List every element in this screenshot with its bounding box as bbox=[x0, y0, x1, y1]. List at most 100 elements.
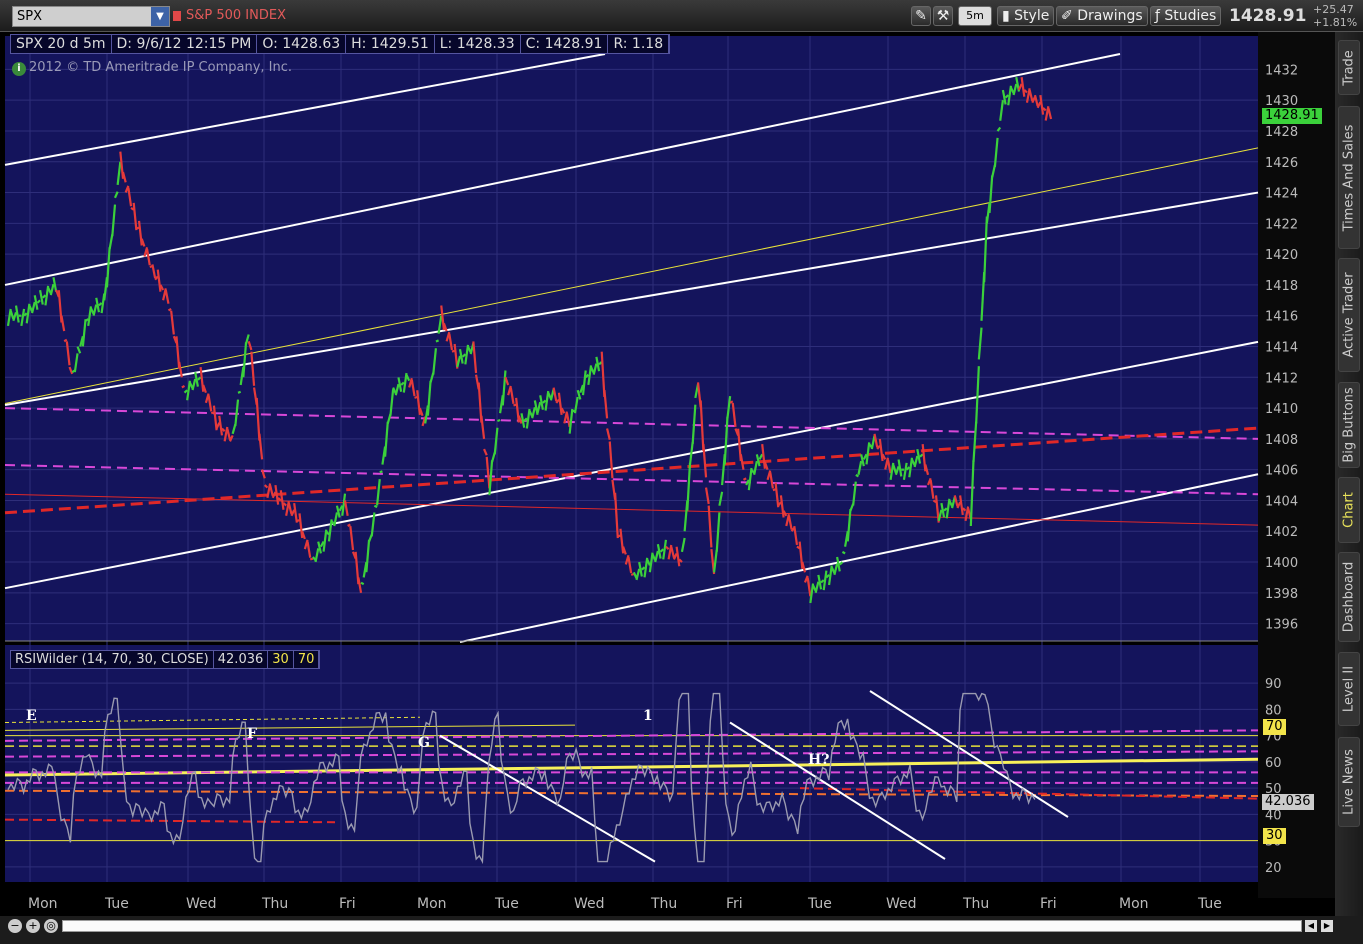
candle bbox=[167, 307, 172, 312]
time-tick-label: Tue bbox=[104, 896, 129, 912]
side-tab-active-trader[interactable]: Active Trader bbox=[1338, 258, 1360, 372]
symbol-description: S&P 500 INDEX bbox=[186, 8, 286, 23]
rsi-annotation: H? bbox=[808, 752, 829, 768]
time-tick-label: Tue bbox=[1197, 896, 1222, 912]
candle bbox=[360, 581, 365, 586]
time-tick-label: Mon bbox=[417, 896, 447, 912]
price-badge: 1428.91 bbox=[1262, 108, 1322, 124]
price-tick-label: 1430 bbox=[1265, 94, 1298, 109]
zoom-in-icon[interactable]: + bbox=[26, 919, 40, 933]
scroll-right-icon[interactable]: ▶ bbox=[1321, 920, 1333, 932]
zoom-out-icon[interactable]: − bbox=[8, 919, 22, 933]
rsi-annotation: F bbox=[247, 726, 257, 742]
symbol-selector[interactable]: ▼ bbox=[12, 6, 170, 27]
style-icon: ▮ bbox=[1002, 8, 1010, 24]
scroll-left-icon[interactable]: ◀ bbox=[1305, 920, 1317, 932]
candle bbox=[296, 519, 300, 522]
candle bbox=[630, 572, 635, 576]
price-tick-label: 1418 bbox=[1265, 279, 1298, 294]
rsi-tick-label: 60 bbox=[1265, 756, 1282, 771]
chart-info-bar: SPX 20 d 5m D: 9/6/12 12:15 PM O: 1428.6… bbox=[10, 34, 671, 54]
price-tick-label: 1412 bbox=[1265, 371, 1298, 386]
drawings-label: Drawings bbox=[1077, 8, 1143, 24]
candle bbox=[451, 349, 455, 353]
time-tick-label: Wed bbox=[186, 896, 217, 912]
price-tick-label: 1406 bbox=[1265, 464, 1298, 479]
style-button[interactable]: ▮ Style bbox=[997, 6, 1055, 26]
time-tick-label: Mon bbox=[1119, 896, 1149, 912]
side-tab-big-buttons[interactable]: Big Buttons bbox=[1338, 382, 1360, 468]
price-tick-label: 1408 bbox=[1265, 433, 1298, 448]
net-change: +25.47 bbox=[1313, 3, 1354, 16]
price-tick-label: 1404 bbox=[1265, 494, 1298, 509]
side-tab-times-and-sales[interactable]: Times And Sales bbox=[1338, 106, 1360, 249]
candle bbox=[729, 400, 734, 404]
copyright-notice: i 2012 © TD Ameritrade IP Company, Inc. bbox=[12, 60, 292, 76]
info-icon[interactable]: i bbox=[12, 62, 26, 76]
time-tick-label: Tue bbox=[807, 896, 832, 912]
candle bbox=[237, 390, 242, 394]
price-tick-label: 1424 bbox=[1265, 187, 1298, 202]
side-tab-label: Active Trader bbox=[1341, 272, 1357, 358]
candle bbox=[513, 403, 517, 407]
candle bbox=[617, 534, 621, 538]
price-tick-label: 1396 bbox=[1265, 618, 1298, 633]
chart-area[interactable]: E F G 1 H? 1432 1430 1428 1426 1424 1422 1420 1418 1… bbox=[0, 32, 1335, 916]
candle bbox=[181, 384, 186, 389]
percent-change: +1.81% bbox=[1313, 16, 1358, 29]
rsi-overbought: 70 bbox=[294, 651, 320, 668]
rsi-label[interactable]: RSIWilder (14, 70, 30, CLOSE) bbox=[11, 651, 214, 668]
rsi-tick-label: 40 bbox=[1265, 808, 1282, 823]
rsi-annotation: E bbox=[26, 708, 37, 724]
rsi-value: 42.036 bbox=[214, 651, 269, 668]
rsi-annotation: 1 bbox=[643, 708, 653, 724]
time-tick-label: Wed bbox=[886, 896, 917, 912]
rsi-30-badge: 30 bbox=[1263, 828, 1286, 844]
symbol-flag-icon bbox=[173, 11, 181, 21]
price-tick-label: 1420 bbox=[1265, 248, 1298, 263]
rsi-tick-label: 20 bbox=[1265, 861, 1282, 876]
drawings-button[interactable]: ✐ Drawings bbox=[1056, 6, 1148, 26]
studies-button[interactable]: ƒ Studies bbox=[1150, 6, 1222, 26]
side-tab-live-news[interactable]: Live News bbox=[1338, 737, 1360, 827]
side-tab-label: Live News bbox=[1341, 749, 1357, 815]
price-tick-label: 1422 bbox=[1265, 217, 1298, 232]
candle bbox=[772, 488, 776, 492]
side-tab-label: Trade bbox=[1341, 49, 1357, 86]
candle bbox=[497, 418, 501, 423]
price-tick-label: 1432 bbox=[1265, 63, 1298, 78]
price-tick-label: 1414 bbox=[1265, 341, 1298, 356]
bar-high: H: 1429.51 bbox=[346, 35, 435, 53]
time-tick-label: Wed bbox=[574, 896, 605, 912]
side-tab-level-ii[interactable]: Level II bbox=[1338, 652, 1360, 726]
rsi-70-badge: 70 bbox=[1263, 719, 1286, 735]
settings-icon[interactable]: ⚒ bbox=[933, 6, 953, 26]
style-label: Style bbox=[1014, 8, 1050, 24]
time-tick-label: Thu bbox=[650, 896, 677, 912]
side-tab-label: Dashboard bbox=[1341, 561, 1357, 633]
side-tab-label: Chart bbox=[1341, 492, 1357, 528]
price-tick-label: 1410 bbox=[1265, 402, 1298, 417]
candle bbox=[379, 470, 383, 474]
side-tab-chart[interactable]: Chart bbox=[1338, 477, 1360, 543]
chart-title[interactable]: SPX 20 d 5m bbox=[11, 35, 112, 53]
bar-close: C: 1428.91 bbox=[521, 35, 609, 53]
studies-icon: ƒ bbox=[1155, 8, 1160, 24]
side-tab-label: Level II bbox=[1341, 665, 1357, 713]
timeframe-button[interactable]: 5m bbox=[958, 6, 992, 26]
rsi-pane bbox=[5, 645, 1258, 882]
bar-open: O: 1428.63 bbox=[257, 35, 347, 53]
side-tab-dashboard[interactable]: Dashboard bbox=[1338, 552, 1360, 642]
candle bbox=[414, 395, 418, 399]
symbol-dropdown-icon[interactable]: ▼ bbox=[151, 7, 169, 26]
tools-wrench-icon[interactable]: ✎ bbox=[911, 6, 931, 26]
side-tab-trade[interactable]: Trade bbox=[1338, 40, 1360, 95]
symbol-input[interactable] bbox=[15, 7, 151, 26]
zoom-fit-icon[interactable]: ◎ bbox=[44, 919, 58, 933]
rsi-tick-label: 80 bbox=[1265, 703, 1282, 718]
time-scrollbar[interactable] bbox=[62, 920, 1302, 932]
pencil-icon: ✐ bbox=[1061, 8, 1073, 24]
candle bbox=[742, 477, 747, 481]
bar-range: R: 1.18 bbox=[608, 35, 670, 53]
studies-label: Studies bbox=[1164, 8, 1217, 24]
